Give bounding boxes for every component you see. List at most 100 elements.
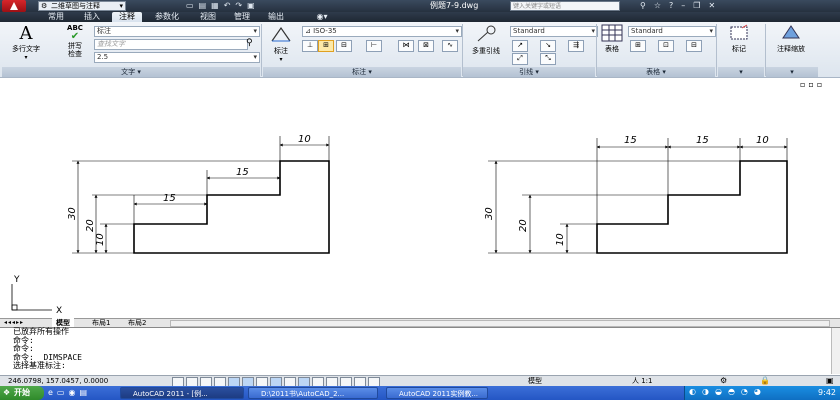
dim-space-icon[interactable]: ⊞ bbox=[318, 40, 334, 52]
scale-panel-label[interactable]: ▾ bbox=[766, 67, 818, 77]
markup-button[interactable]: 标记 bbox=[720, 24, 758, 64]
spellcheck-button[interactable]: ABC ✔ 拼写检查 bbox=[58, 24, 92, 64]
multileader-button[interactable]: 多重引线 bbox=[464, 24, 508, 64]
close-icon[interactable]: ✕ bbox=[708, 1, 723, 10]
taskbar-item-word[interactable]: AutoCAD 2011实例教... bbox=[386, 387, 488, 399]
tray-icons[interactable]: ◐◑◒◓◔◕ bbox=[689, 387, 767, 396]
multileader-icon bbox=[477, 25, 496, 42]
minimize-icon[interactable]: – bbox=[681, 1, 693, 10]
add-leader-icon[interactable]: ↗ bbox=[512, 40, 528, 52]
ribbon: A 多行文字 ▾ ABC ✔ 拼写检查 标注 ▾ 查找文字 ⚲ 2.5 ▾ 文字 ▾… bbox=[0, 22, 840, 78]
ie-icon[interactable]: e bbox=[48, 388, 57, 397]
table-style-select[interactable]: Standard ▾ bbox=[628, 26, 716, 37]
media-icon[interactable]: ◉ bbox=[68, 388, 79, 397]
markup-icon bbox=[730, 24, 748, 40]
leader-options-icon[interactable]: ⤡ bbox=[540, 53, 556, 65]
annotation-scale-button[interactable]: 注释缩放 bbox=[768, 24, 814, 64]
mtext-label: 多行文字 bbox=[12, 45, 40, 53]
redo-icon[interactable]: ↷ bbox=[235, 1, 247, 10]
mtext-button[interactable]: A 多行文字 ▾ bbox=[4, 24, 48, 64]
command-line[interactable]: 已放弃所有操作 命令: 命令: 命令: _DIMSPACE 选择基准标注: bbox=[0, 327, 840, 375]
chevron-down-icon: ▾ bbox=[591, 27, 595, 35]
dim-panel-label[interactable]: 标注 ▾ bbox=[263, 67, 461, 77]
annotation-scale-readout[interactable]: 人 1:1 bbox=[632, 376, 653, 386]
chevron-down-icon: ▾ bbox=[253, 27, 257, 35]
collect-leader-icon[interactable]: ⤢ bbox=[512, 53, 528, 65]
new-file-icon[interactable]: ▭ bbox=[186, 1, 199, 10]
tab-nav-arrows[interactable]: ◂◂◂▸▸ bbox=[4, 319, 24, 326]
horizontal-scrollbar[interactable] bbox=[170, 320, 830, 327]
right-staircase-outline[interactable] bbox=[596, 160, 788, 254]
find-icon[interactable]: ⚲ bbox=[246, 38, 256, 48]
command-history-line: 已放弃所有操作 bbox=[13, 327, 69, 336]
dim-jog-icon[interactable]: ⋈ bbox=[398, 40, 414, 52]
text-panel-label[interactable]: 文字 ▾ bbox=[2, 67, 260, 77]
table-label: 表格 bbox=[605, 45, 619, 53]
table-extract-icon[interactable]: ⊡ bbox=[658, 40, 674, 52]
dim-update-icon[interactable]: ∿ bbox=[442, 40, 458, 52]
workspace-select[interactable]: ⚙ 二维草图与注释 ▾ bbox=[38, 1, 126, 11]
dimension-label: 标注 bbox=[274, 47, 288, 55]
taskbar-item-autocad[interactable]: AutoCAD 2011 - [例... bbox=[120, 387, 244, 399]
text-height-select[interactable]: 2.5 ▾ bbox=[94, 52, 260, 63]
layout-tabs: ◂◂◂▸▸ 模型 布局1 布局2 bbox=[0, 318, 840, 328]
star-icon[interactable]: ☆ bbox=[654, 1, 669, 10]
dimension-button[interactable]: 标注 ▾ bbox=[264, 24, 298, 64]
align-leader-icon[interactable]: ⇶ bbox=[568, 40, 584, 52]
mleader-style-select[interactable]: Standard ▾ bbox=[510, 26, 598, 37]
command-scrollbar[interactable] bbox=[831, 328, 840, 374]
drawing-canvas[interactable]: ▫▫▫ 10 15 15 30 20 10 15 15 10 30 20 10 … bbox=[0, 78, 840, 320]
taskbar-item-folder[interactable]: D:\2011书\AutoCAD_2... bbox=[248, 387, 378, 399]
app-logo-icon[interactable] bbox=[2, 0, 26, 12]
table-data-icon[interactable]: ⊟ bbox=[686, 40, 702, 52]
remove-leader-icon[interactable]: ↘ bbox=[540, 40, 556, 52]
tab-parametric[interactable]: 参数化 bbox=[148, 12, 186, 22]
ucs-x-label: X bbox=[56, 306, 62, 316]
clean-screen-icon[interactable]: ▣ bbox=[826, 376, 834, 386]
tab-output[interactable]: 输出 bbox=[262, 12, 290, 22]
text-style-select[interactable]: 标注 ▾ bbox=[94, 26, 260, 37]
plot-icon[interactable]: ▣ bbox=[247, 1, 260, 10]
search-input[interactable]: 键入关键字或短语 bbox=[510, 1, 620, 11]
tab-insert[interactable]: 插入 bbox=[78, 12, 106, 22]
leader-panel-label[interactable]: 引线 ▾ bbox=[463, 67, 595, 77]
model-space-button[interactable]: 模型 bbox=[528, 376, 542, 386]
table-button[interactable]: 表格 bbox=[598, 24, 626, 64]
restore-icon[interactable]: ❐ bbox=[693, 1, 708, 10]
tab-view[interactable]: 视图 bbox=[194, 12, 222, 22]
dim-break-icon[interactable]: ⊥ bbox=[302, 40, 318, 52]
left-dim-text-15-lower: 15 bbox=[163, 193, 176, 204]
binoculars-icon[interactable]: ⚲ bbox=[640, 1, 654, 10]
ribbon-tabs: 常用 插入 注释 参数化 视图 管理 输出 ◉▾ bbox=[0, 12, 840, 22]
dim-style-select[interactable]: ⊿ ISO-35 ▾ bbox=[302, 26, 462, 37]
ribbon-toggle-icon[interactable]: ◉▾ bbox=[312, 12, 332, 22]
save-icon[interactable]: ▦ bbox=[211, 1, 224, 10]
tab-manage[interactable]: 管理 bbox=[228, 12, 256, 22]
left-dim-text-15-upper: 15 bbox=[236, 167, 249, 178]
right-dim-text-10-side: 10 bbox=[555, 233, 566, 246]
dim-inspect-icon[interactable]: ⊟ bbox=[336, 40, 352, 52]
workspace-switch-icon[interactable]: ⚙ bbox=[720, 376, 727, 386]
find-text-input[interactable]: 查找文字 bbox=[94, 39, 248, 50]
left-dim-text-10-top: 10 bbox=[298, 134, 311, 145]
desktop-icon[interactable]: ▭ bbox=[57, 388, 69, 397]
lock-icon[interactable]: 🔒 bbox=[760, 376, 770, 386]
tab-annotate[interactable]: 注释 bbox=[112, 12, 142, 22]
open-file-icon[interactable]: ▤ bbox=[199, 1, 212, 10]
right-dim-text-30: 30 bbox=[484, 207, 495, 220]
folder-icon[interactable]: ▤ bbox=[79, 388, 91, 397]
ucs-icon bbox=[11, 284, 52, 311]
help-icon[interactable]: ? bbox=[669, 1, 681, 10]
left-staircase-outline[interactable] bbox=[133, 160, 330, 254]
dim-continue-icon[interactable]: ⊢ bbox=[366, 40, 382, 52]
table-link-icon[interactable]: ⊞ bbox=[630, 40, 646, 52]
markup-panel-label[interactable]: ▾ bbox=[718, 67, 764, 77]
right-dim-text-20: 20 bbox=[518, 219, 529, 232]
table-panel-label[interactable]: 表格 ▾ bbox=[597, 67, 715, 77]
tab-home[interactable]: 常用 bbox=[42, 12, 70, 22]
undo-icon[interactable]: ↶ bbox=[224, 1, 236, 10]
dim-override-icon[interactable]: ⊠ bbox=[418, 40, 434, 52]
command-prompt[interactable]: 选择基准标注: bbox=[13, 361, 840, 371]
help-tools: ⚲☆?–❐✕ bbox=[640, 0, 836, 12]
start-button[interactable]: ❖ 开始 bbox=[0, 386, 44, 400]
